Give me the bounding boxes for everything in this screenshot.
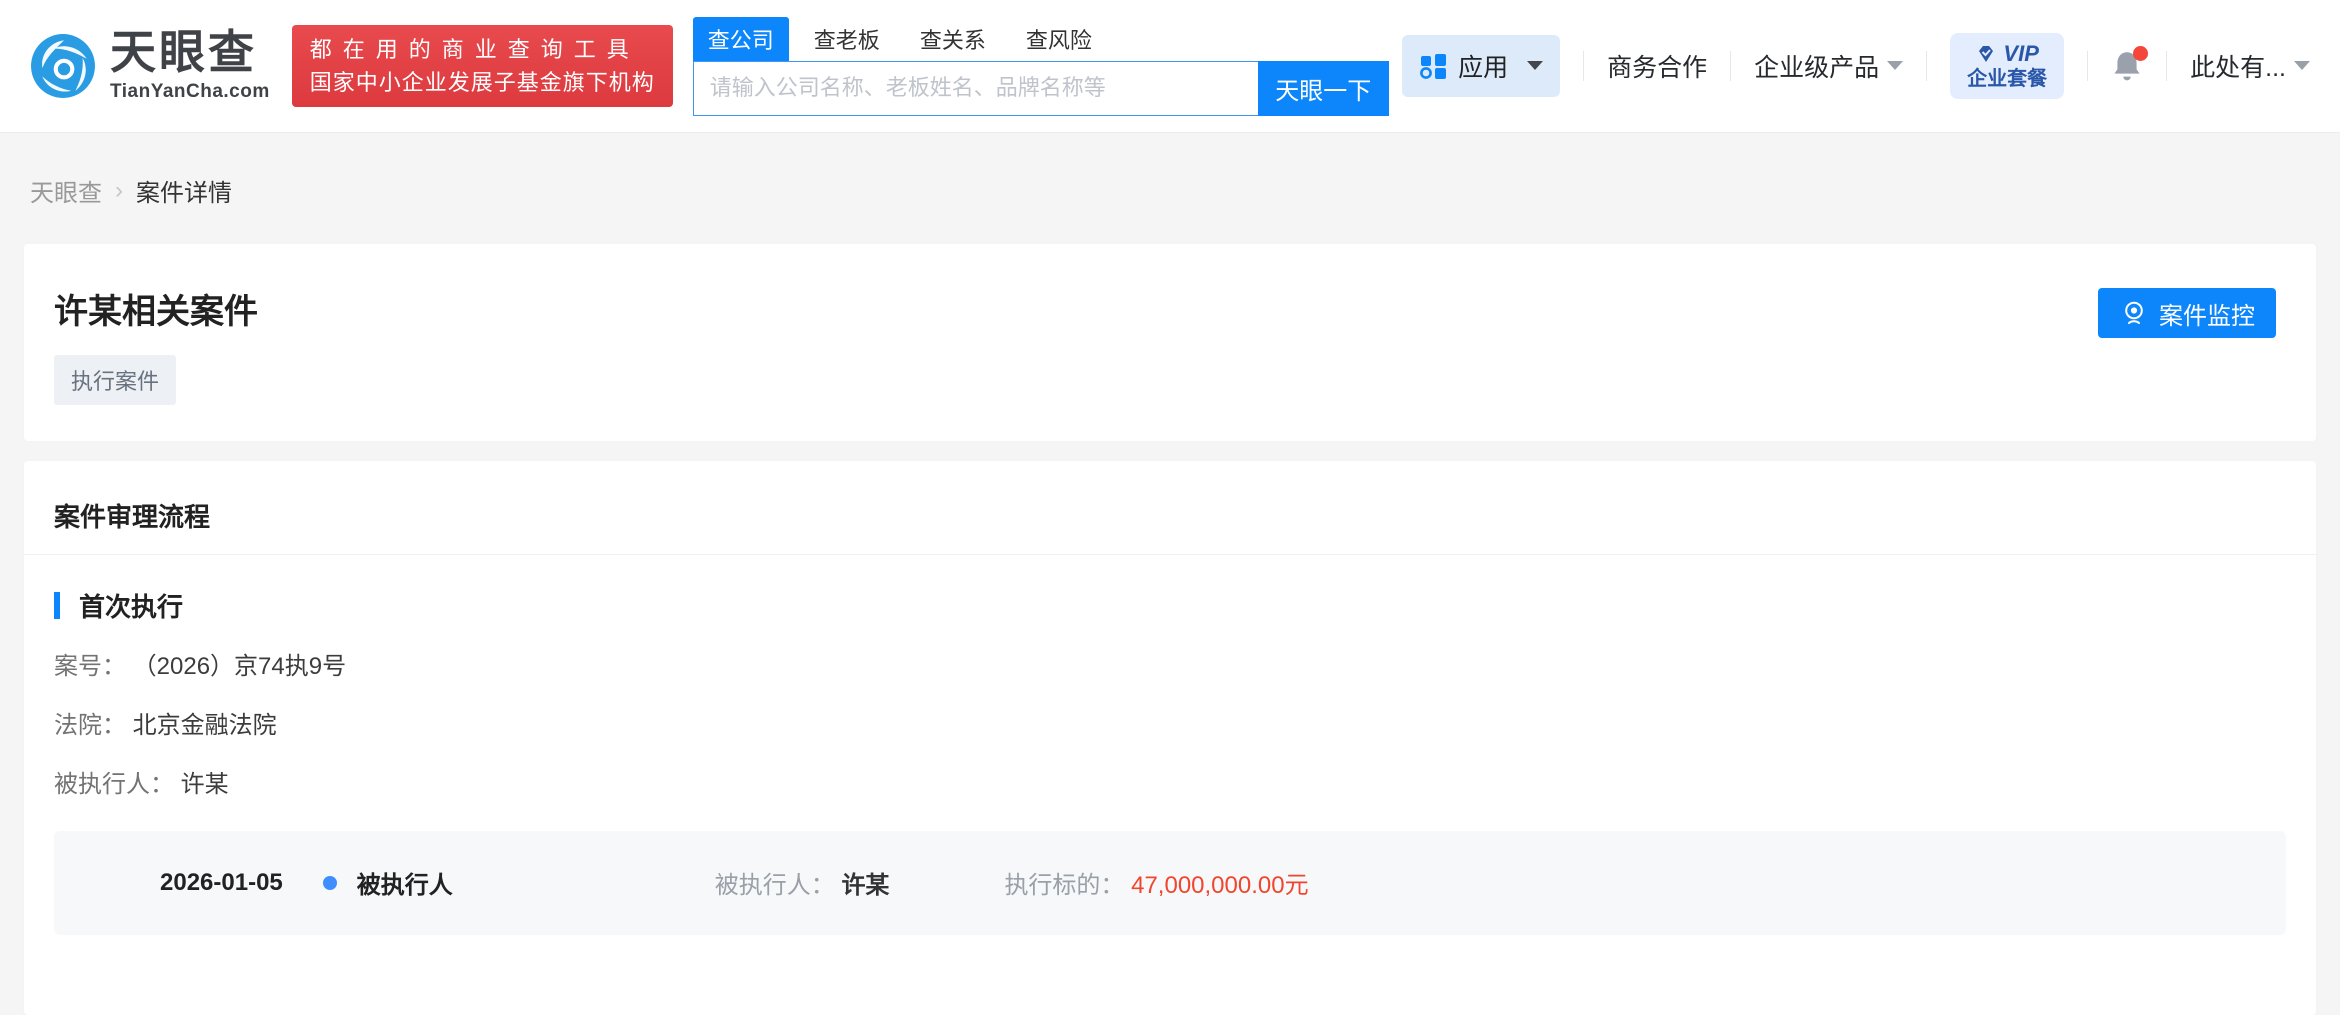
case-type-tag: 执行案件 [54,355,176,405]
field-case-number: 案号： （2026）京74执9号 [54,651,2286,683]
timeline-person-label: 被执行人： [715,872,835,899]
timeline-row: 2026-01-05 被执行人 被执行人： 许某 执行标的： 47,000,00… [54,831,2286,935]
case-monitor-button[interactable]: 案件监控 [2098,288,2276,338]
timeline-amount-value: 47,000,000.00元 [1131,872,1308,899]
tianyancha-logo[interactable]: 天眼查 TianYanCha.com [30,29,270,103]
case-header-card: 许某相关案件 执行案件 案件监控 [24,244,2316,441]
search-tab-boss[interactable]: 查老板 [814,17,880,61]
vip-sub-label: 企业套餐 [1967,67,2047,91]
timeline-person: 被执行人： 许某 [715,865,890,900]
timeline-person-value: 许某 [841,872,889,899]
breadcrumb-home[interactable]: 天眼查 [30,173,102,208]
search-tab-relation[interactable]: 查关系 [920,17,986,61]
nav-item-business-cooperation[interactable]: 商务合作 [1607,48,1707,84]
nav-divider [1583,51,1584,81]
search-button[interactable]: 天眼一下 [1258,61,1389,116]
nav-divider [2087,51,2088,81]
timeline-amount-label: 执行标的： [1004,872,1124,899]
timeline-dot-icon [323,876,337,890]
timeline-date: 2026-01-05 [160,869,283,897]
chevron-down-icon [2294,61,2310,70]
stage-title: 首次执行 [79,587,183,624]
logo-domain: TianYanCha.com [110,81,270,103]
header-nav: 应用 商务合作 企业级产品 VIP 企业套餐 [1402,33,2310,99]
user-account-menu[interactable]: 此处有... [2190,48,2310,84]
nav-divider [1926,51,1927,81]
monitor-camera-icon [2119,298,2149,328]
field-court: 法院： 北京金融法院 [54,710,2286,742]
breadcrumb: 天眼查 › 案件详情 [30,173,2310,208]
user-name-label: 此处有... [2190,48,2286,84]
section-header: 案件审理流程 [24,461,2316,555]
apps-menu-button[interactable]: 应用 [1402,35,1560,97]
field-value: 许某 [181,771,229,798]
logo-text: 天眼查 [110,29,270,75]
top-header: 天眼查 TianYanCha.com 都在用的商业查询工具 国家中小企业发展子基… [0,0,2340,133]
case-process-card: 案件审理流程 首次执行 案号： （2026）京74执9号 法院： 北京金融法院 … [24,461,2316,1015]
nav-item-enterprise-products[interactable]: 企业级产品 [1754,48,1903,84]
search-module: 查公司 查老板 查关系 查风险 天眼一下 [693,17,1389,116]
timeline-amount: 执行标的： 47,000,000.00元 [1004,865,1308,900]
chevron-down-icon [1887,61,1903,70]
section-title: 案件审理流程 [54,502,210,532]
chevron-down-icon [1527,61,1543,70]
field-value: 北京金融法院 [133,712,277,739]
case-monitor-label: 案件监控 [2159,296,2255,331]
breadcrumb-separator: › [115,177,123,205]
field-executee: 被执行人： 许某 [54,769,2286,801]
stage-header: 首次执行 [54,587,2286,624]
slogan-line1: 都在用的商业查询工具 [310,33,655,66]
page-title: 许某相关案件 [54,292,2276,333]
apps-menu-label: 应用 [1458,48,1508,84]
vip-label: VIP [2003,41,2038,67]
vip-gem-icon [1975,44,1997,64]
field-label: 法院： [54,712,126,739]
slogan-line2: 国家中小企业发展子基金旗下机构 [310,66,655,99]
brand-slogan-badge: 都在用的商业查询工具 国家中小企业发展子基金旗下机构 [292,25,673,107]
field-label: 被执行人： [54,771,174,798]
search-tab-company[interactable]: 查公司 [693,17,789,61]
tianyancha-logo-icon [30,33,96,99]
stage-accent-bar [54,592,60,619]
field-label: 案号： [54,653,126,680]
search-input[interactable] [693,61,1258,116]
nav-divider [1730,51,1731,81]
nav-item-enterprise-label: 企业级产品 [1754,48,1879,84]
timeline-event: 被执行人 [357,865,453,900]
notification-red-dot [2133,46,2148,61]
search-tabs: 查公司 查老板 查关系 查风险 [693,17,1389,61]
field-value: （2026）京74执9号 [133,653,346,680]
notifications-button[interactable] [2111,49,2143,83]
search-tab-risk[interactable]: 查风险 [1026,17,1092,61]
breadcrumb-current: 案件详情 [136,173,232,208]
nav-divider [2166,51,2167,81]
vip-package-button[interactable]: VIP 企业套餐 [1950,33,2064,99]
apps-grid-icon [1419,52,1447,80]
